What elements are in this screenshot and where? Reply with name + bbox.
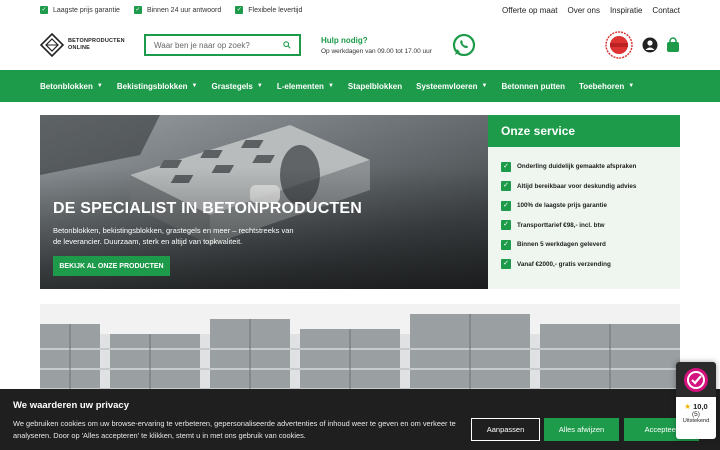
cart-icon[interactable]	[666, 37, 680, 53]
view-products-button[interactable]: BEKIJK AL ONZE PRODUCTEN	[53, 256, 170, 276]
nav-item-stapelblokken[interactable]: Stapelblokken	[348, 82, 402, 91]
header-actions	[604, 30, 680, 60]
logo-diamond-icon	[40, 33, 64, 57]
usp-item: ✓ Flexibele levertijd	[235, 6, 302, 14]
chevron-down-icon: ▼	[327, 83, 334, 89]
service-item: ✓ Binnen 5 werkdagen geleverd	[501, 235, 680, 255]
usp-list: ✓ Laagste prijs garantie ✓ Binnen 24 uur a…	[40, 6, 302, 14]
check-icon: ✓	[501, 220, 511, 231]
link-inspiratie[interactable]: Inspiratie	[610, 6, 642, 15]
review-label: Uitstekend	[682, 418, 710, 424]
link-over-ons[interactable]: Over ons	[567, 6, 599, 15]
usp-label: Flexibele levertijd	[248, 6, 303, 14]
check-icon: ✓	[501, 239, 511, 250]
cookie-reject-button[interactable]: Alles afwijzen	[544, 418, 619, 441]
usp-item: ✓ Binnen 24 uur antwoord	[133, 6, 222, 14]
check-icon: ✓	[501, 259, 511, 270]
nav-item-betonnen-putten[interactable]: Betonnen putten	[501, 82, 565, 91]
logo[interactable]: BETONPRODUCTEN ONLINE	[40, 33, 140, 57]
cookie-customize-button[interactable]: Aanpassen	[471, 418, 540, 441]
review-score: ★ 10,0	[676, 402, 716, 411]
nav-label: Betonblokken	[40, 81, 93, 91]
nav-label: Systeemvloeren	[416, 81, 478, 91]
check-icon: ✓	[501, 181, 511, 192]
nav-label: Bekistingsblokken	[116, 81, 188, 91]
service-panel: Onze service ✓ Onderling duidelijk gemaak…	[488, 115, 680, 289]
logo-line2: ONLINE	[68, 45, 90, 51]
search-icon[interactable]	[283, 41, 291, 49]
usp-label: Laagste prijs garantie	[53, 6, 120, 14]
logo-text: BETONPRODUCTEN ONLINE	[68, 38, 125, 51]
nav-label: Betonnen putten	[501, 81, 566, 91]
review-badge-icon	[684, 367, 708, 392]
help-hours: Op werkdagen van 09.00 tot 17.00 uur	[321, 47, 432, 55]
main-nav: Betonblokken ▼ Bekistingsblokken ▼ Grasteg…	[0, 70, 720, 102]
service-item: ✓ 100% de laagste prijs garantie	[501, 196, 680, 216]
service-list: ✓ Onderling duidelijk gemaakte afspraken …	[488, 147, 680, 274]
chevron-down-icon: ▼	[256, 83, 263, 89]
service-title: Onze service	[488, 115, 680, 147]
service-item: ✓ Onderling duidelijk gemaakte afspraken	[501, 157, 680, 177]
service-item-label: Vanaf €2000,- gratis verzending	[517, 260, 611, 268]
review-logo	[676, 362, 716, 397]
link-offerte[interactable]: Offerte op maat	[502, 6, 557, 15]
cookie-title: We waarderen uw privacy	[13, 400, 129, 411]
check-icon: ✓	[40, 6, 48, 14]
check-icon: ✓	[133, 6, 142, 14]
chevron-down-icon: ▼	[481, 83, 488, 89]
nav-item-bekistingsblokken[interactable]: Bekistingsblokken ▼	[117, 82, 198, 91]
top-bar: ✓ Laagste prijs garantie ✓ Binnen 24 uur a…	[0, 0, 720, 20]
usp-label: Binnen 24 uur antwoord	[146, 6, 222, 14]
page: ✓ Laagste prijs garantie ✓ Binnen 24 uur a…	[0, 0, 720, 450]
chevron-down-icon: ▼	[191, 83, 198, 89]
search-input[interactable]: Waar ben je naar op zoek?	[144, 34, 301, 56]
review-count: (5)	[692, 411, 700, 418]
chevron-down-icon: ▼	[96, 83, 103, 89]
review-widget[interactable]: ★ 10,0 (5) Uitstekend	[676, 362, 716, 439]
nav-item-l-elementen[interactable]: L-elementen ▼	[277, 82, 334, 91]
service-item-label: 100% de laagste prijs garantie	[517, 202, 607, 210]
nav-item-systeemvloeren[interactable]: Systeemvloeren ▼	[416, 82, 487, 91]
check-icon: ✓	[501, 200, 511, 211]
nav-label: L-elementen	[276, 81, 324, 91]
nav-label: Toebehoren	[579, 81, 625, 91]
help-block: Hulp nodig? Op werkdagen van 09.00 tot 1…	[321, 36, 446, 55]
link-contact[interactable]: Contact	[652, 6, 680, 15]
nav-item-toebehoren[interactable]: Toebehoren ▼	[579, 82, 634, 91]
service-item: ✓ Vanaf €2000,- gratis verzending	[501, 255, 680, 275]
header: BETONPRODUCTEN ONLINE Waar ben je naar o…	[0, 20, 720, 70]
nav-item-grastegels[interactable]: Grastegels ▼	[212, 82, 263, 91]
top-links: Offerte op maat Over ons Inspiratie Cont…	[502, 6, 680, 15]
hero-banner: DE SPECIALIST IN BETONPRODUCTEN Betonblo…	[40, 115, 488, 289]
service-item: ✓ Transporttarief €98,- incl. btw	[501, 216, 680, 236]
hero-title: DE SPECIALIST IN BETONPRODUCTEN	[53, 200, 363, 217]
review-score-value: 10,0	[693, 402, 708, 411]
search-placeholder: Waar ben je naar op zoek?	[154, 40, 250, 50]
service-item-label: Binnen 5 werkdagen geleverd	[517, 241, 606, 249]
service-item-label: Altijd bereikbaar voor deskundig advies	[517, 182, 637, 190]
service-item-label: Onderling duidelijk gemaakte afspraken	[517, 163, 637, 171]
account-icon[interactable]	[642, 37, 658, 53]
cookie-text: We gebruiken cookies om uw browse-ervari…	[13, 419, 456, 440]
check-icon: ✓	[235, 6, 244, 14]
help-title: Hulp nodig?	[321, 35, 368, 45]
nav-label: Grastegels	[211, 81, 253, 91]
quality-seal-icon	[605, 31, 633, 59]
cookie-banner: We waarderen uw privacy We gebruiken coo…	[0, 389, 720, 450]
star-icon: ★	[684, 402, 692, 411]
chevron-down-icon: ▼	[628, 83, 635, 89]
hero-text: Betonblokken, bekistingsblokken, grasteg…	[53, 226, 294, 247]
usp-item: ✓ Laagste prijs garantie	[40, 6, 120, 14]
nav-item-betonblokken[interactable]: Betonblokken ▼	[40, 82, 103, 91]
logo-line1: BETONPRODUCTEN	[68, 38, 125, 45]
service-item-label: Transporttarief €98,- incl. btw	[517, 221, 605, 229]
service-item: ✓ Altijd bereikbaar voor deskundig advies	[501, 177, 680, 197]
check-icon: ✓	[501, 161, 511, 172]
whatsapp-icon[interactable]	[452, 33, 476, 57]
nav-label: Stapelblokken	[347, 81, 403, 91]
